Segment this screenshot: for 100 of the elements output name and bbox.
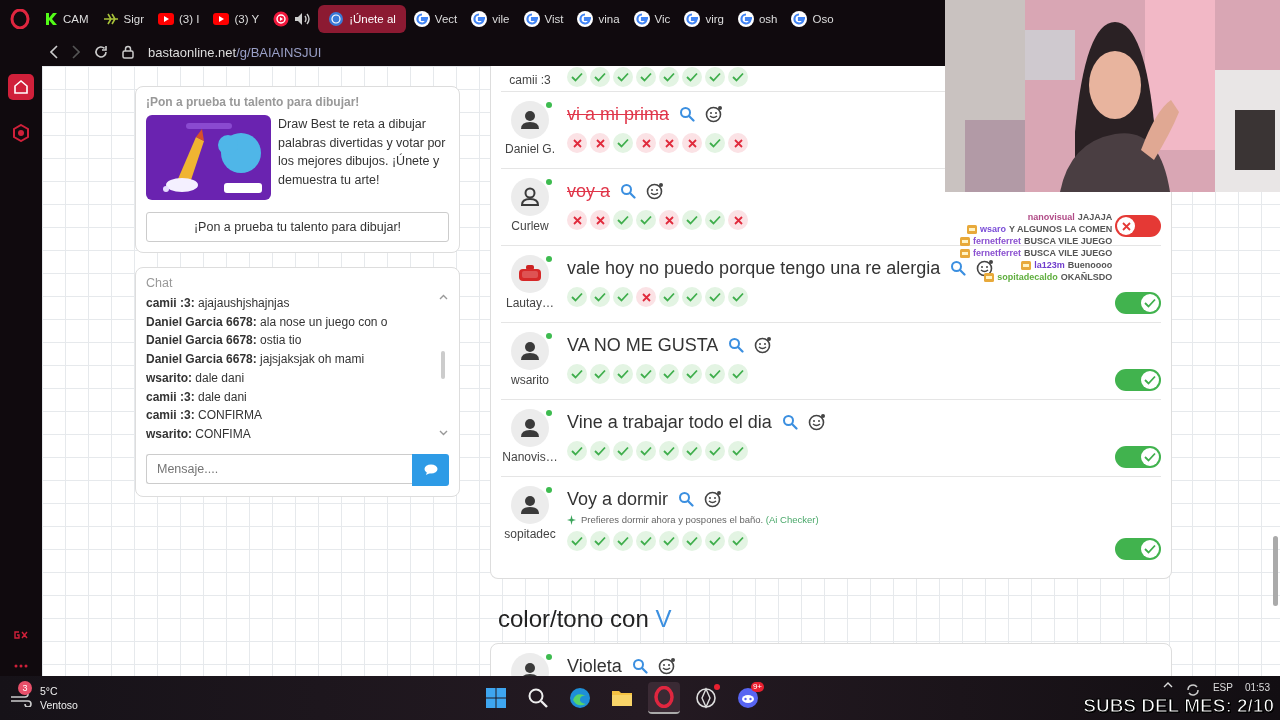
browser-tab[interactable]: osh [731,5,784,33]
browser-tab[interactable]: vina [571,5,626,33]
browser-tab[interactable]: Vist [517,5,570,33]
browser-tab[interactable]: (3) Y [207,5,266,33]
add-reaction-icon[interactable] [646,182,665,200]
user-name: wsarito [511,373,549,387]
subs-counter: SUBS DEL MES: 2/10 [1083,695,1274,717]
browser-tab[interactable]: Vect [407,5,464,33]
lock-icon[interactable] [122,45,134,59]
clock[interactable]: 01:53 [1244,682,1270,693]
browser-tab[interactable]: Oso [785,5,840,33]
taskbar-app[interactable]: 9+ [732,682,764,714]
back-icon[interactable] [50,45,58,59]
page-scrollbar-thumb[interactable] [1273,536,1278,606]
temperature: 5°C [40,684,59,698]
answer-text: vale hoy no puedo porque tengo una re alergia [567,257,941,279]
forward-icon[interactable] [72,45,80,59]
more-icon[interactable] [14,664,28,668]
browser-tab[interactable]: (3) I [152,5,206,33]
validity-toggle[interactable] [1115,446,1161,468]
google-icon [413,11,430,27]
answer-text: Voy a dormir [567,488,669,510]
validity-toggle[interactable] [1115,292,1161,314]
google-icon [577,11,594,27]
browser-tab[interactable]: Sigr [96,5,150,33]
chat-message: camii :3: ajajaushjshajnjas [146,295,291,312]
stream-chat-message: BUSCA VILE JUEGO [1024,248,1113,259]
browser-tab[interactable]: Vic [627,5,677,33]
search-icon[interactable] [620,183,637,199]
sparkle-icon [567,514,576,525]
user-name: Daniel G. [505,142,555,156]
chat-message: Daniel Garcia 6678: jajsjaksjak oh mami [146,351,366,369]
browser-logo-icon[interactable] [10,9,30,29]
search-icon[interactable] [950,260,967,276]
reload-icon[interactable] [94,45,108,59]
promo-button[interactable]: ¡Pon a prueba tu talento para dibujar! [146,212,449,242]
answer-text: VA NO ME GUSTA [567,334,719,356]
scrollbar-thumb[interactable] [441,350,445,379]
avatar-icon [511,486,549,524]
user-name: Curlew [511,219,549,233]
search-icon[interactable] [678,491,695,507]
browser-tab[interactable]: ¡Únete al [318,5,406,33]
chat-title: Chat [146,276,174,290]
validity-toggle[interactable] [1115,215,1161,237]
add-reaction-icon[interactable] [976,259,995,277]
stream-chat-message: OKAÑLSDO [1060,272,1113,283]
stream-chat-user: la123m [1034,260,1065,271]
stream-chat-message: BUSCA VILE JUEGO [1024,236,1113,247]
search-icon[interactable] [679,106,695,122]
video-play-icon [213,13,230,25]
language-indicator[interactable]: ESP [1212,682,1233,693]
globe-icon [328,11,345,27]
search-icon[interactable] [781,414,798,430]
address-field[interactable]: bastaonline.net/g/BAIAINSJUI [148,44,322,60]
stream-chat-user: nanovisual [1027,212,1075,223]
taskbar-app[interactable] [648,682,680,714]
chat-message: wsarito: CONFIMA [146,425,252,443]
avatar-icon [511,101,549,139]
search-icon[interactable] [728,337,745,353]
search-icon[interactable] [631,658,648,674]
k-logo-icon [44,12,58,26]
notification-badge: 9+ [750,682,764,692]
add-reaction-icon[interactable] [704,490,723,508]
validity-toggle[interactable] [1115,538,1161,560]
check-icon [1144,452,1156,462]
check-icon [1144,298,1156,308]
scroll-up-icon[interactable] [438,294,448,300]
stream-chat-user: fernetferret [973,236,1021,247]
google-icon [471,11,488,27]
avatar-icon [511,332,549,370]
home-icon[interactable] [8,74,34,100]
speech-bubble-icon [423,463,438,476]
add-reaction-icon[interactable] [754,336,773,354]
google-icon [737,11,754,27]
chat-message: camii :3: dale dani [146,388,248,406]
send-button[interactable] [412,453,449,486]
google-icon [523,11,540,27]
validity-toggle[interactable] [1115,369,1161,391]
add-reaction-icon[interactable] [807,413,826,431]
browser-tab[interactable]: CAM [38,5,95,33]
check-icon [1144,544,1156,554]
scroll-down-icon[interactable] [438,429,448,436]
user-name: camii :3 [509,73,551,87]
browser-tab[interactable]: virg [678,5,730,33]
tray-caret-icon[interactable] [1162,682,1173,688]
leaf-icon [102,12,119,26]
hexagon-icon[interactable] [12,124,30,142]
google-icon [684,11,701,27]
speaker-icon[interactable] [294,12,311,26]
google-icon [791,11,808,27]
sync-icon[interactable] [1184,682,1201,698]
user-name: Lautay… [506,296,554,310]
user-name: Nanovis… [502,450,558,464]
gx-icon[interactable] [13,630,29,640]
badge-icon [984,273,995,282]
add-reaction-icon[interactable] [705,105,723,123]
weather-condition: Ventoso [40,698,78,712]
browser-tab[interactable]: vile [465,5,516,33]
message-field[interactable]: Mensaje.... [146,453,412,484]
add-reaction-icon[interactable] [657,657,676,675]
